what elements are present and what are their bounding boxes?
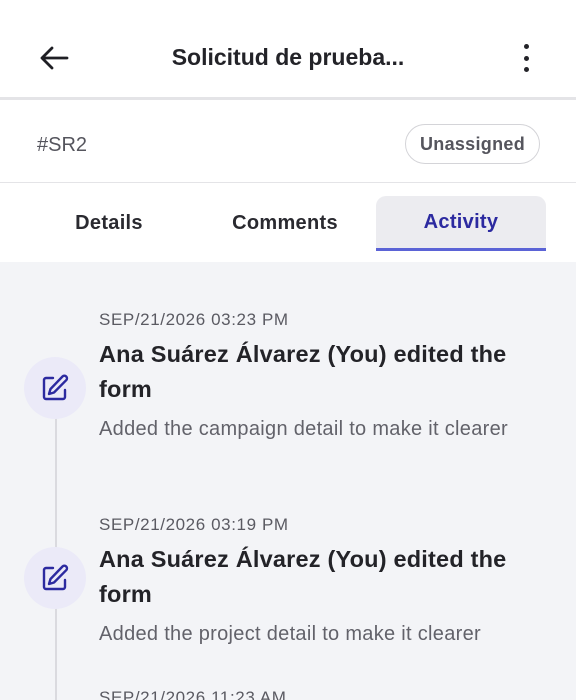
activity-description: Added the campaign detail to make it cle… — [99, 418, 508, 440]
activity-title: Ana Suárez Álvarez (You) edited the form — [99, 546, 507, 607]
ticket-info-row: #SR2 Unassigned — [0, 103, 576, 183]
more-dot — [523, 67, 529, 72]
back-button[interactable] — [32, 38, 76, 78]
activity-timestamp: SEP/21/2026 03:23 PM — [99, 310, 289, 329]
status-badge[interactable]: Unassigned — [404, 124, 540, 164]
activity-timestamp: SEP/21/2026 03:19 PM — [99, 515, 289, 534]
activity-icon-badge — [24, 357, 86, 419]
more-options-button[interactable] — [514, 40, 538, 76]
tab-details[interactable]: Details — [24, 196, 194, 251]
page-title: Solicitud de prueba... — [171, 44, 405, 70]
activity-icon-badge — [24, 547, 86, 609]
edit-icon — [42, 564, 69, 591]
activity-description: Added the project detail to make it clea… — [99, 623, 481, 645]
arrow-left-icon — [40, 46, 69, 70]
tab-bar: Details Comments Activity — [0, 184, 576, 262]
app-window: Solicitud de prueba... #SR2 Unassigned D… — [0, 0, 576, 700]
tab-activity[interactable]: Activity — [376, 196, 546, 251]
more-vertical-icon — [523, 44, 529, 49]
edit-icon — [42, 374, 69, 401]
activity-title: Ana Suárez Álvarez (You) edited the form — [99, 341, 507, 402]
timeline-line — [55, 372, 57, 700]
top-bar: Solicitud de prueba... — [0, 0, 576, 100]
activity-timestamp: SEP/21/2026 11:23 AM — [99, 688, 287, 700]
tab-comments[interactable]: Comments — [200, 196, 370, 251]
activity-feed[interactable]: SEP/21/2026 03:23 PM Ana Suárez Álvarez … — [0, 262, 576, 700]
more-dot — [523, 55, 529, 61]
ticket-id: #SR2 — [37, 134, 88, 156]
